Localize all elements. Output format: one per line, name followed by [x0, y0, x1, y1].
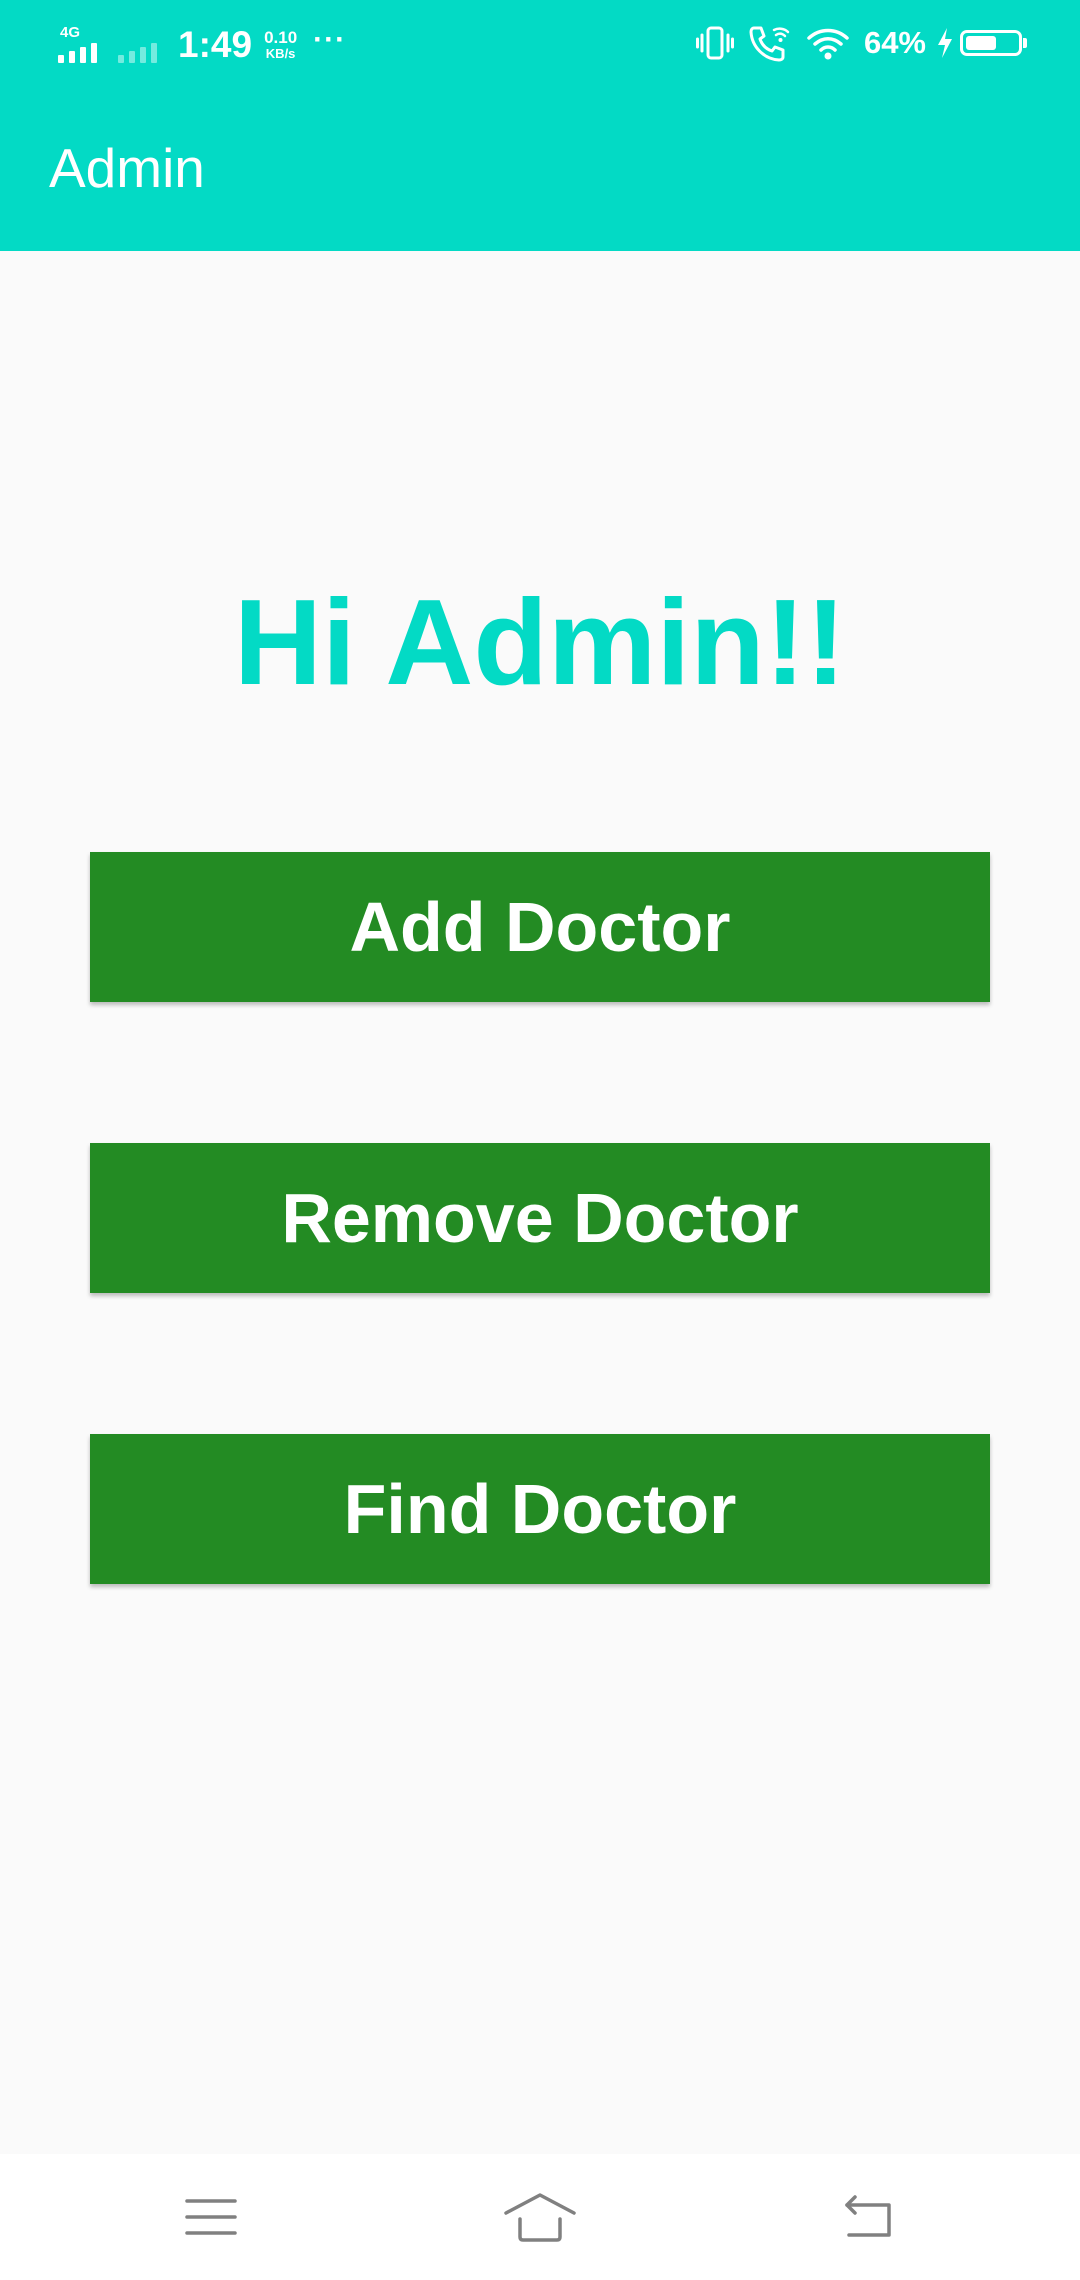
nav-back-button[interactable]	[809, 2154, 929, 2280]
wifi-calling-icon	[749, 26, 790, 62]
battery-icon	[960, 30, 1027, 56]
status-time: 1:49	[178, 24, 253, 65]
nav-menu-button[interactable]	[151, 2154, 271, 2280]
remove-doctor-button[interactable]: Remove Doctor	[90, 1143, 990, 1293]
system-navigation-bar	[0, 2154, 1080, 2280]
status-right: 64%	[695, 20, 1027, 66]
app-bar-title: Admin	[49, 137, 205, 199]
signal-strength-icon: 4G	[58, 25, 104, 65]
add-doctor-button[interactable]: Add Doctor	[90, 852, 990, 1002]
status-left: 4G 1:49 0.10 KB/s ···	[58, 20, 346, 70]
status-bar: 4G 1:49 0.10 KB/s ··· 64%	[0, 0, 1080, 84]
network-type: 4G	[60, 24, 81, 41]
network-speed: 0.10 KB/s	[264, 29, 297, 61]
greeting-heading: Hi Admin!!	[233, 574, 847, 710]
secondary-signal-icon	[118, 25, 164, 65]
app-header: 4G 1:49 0.10 KB/s ··· 64% Admin	[0, 0, 1080, 251]
charging-icon	[938, 28, 952, 58]
nav-home-button[interactable]	[480, 2154, 600, 2280]
back-icon	[845, 2195, 891, 2237]
wifi-icon	[807, 28, 849, 60]
vibrate-icon	[695, 26, 734, 60]
network-speed-value: 0.10	[264, 28, 298, 47]
home-icon	[504, 2193, 576, 2242]
menu-icon	[185, 2199, 237, 2235]
find-doctor-button[interactable]: Find Doctor	[90, 1434, 990, 1584]
battery-level-fill	[966, 36, 996, 50]
network-speed-unit: KB/s	[265, 46, 296, 61]
more-notifications-icon: ···	[313, 23, 347, 56]
battery-percent: 64%	[863, 25, 926, 60]
